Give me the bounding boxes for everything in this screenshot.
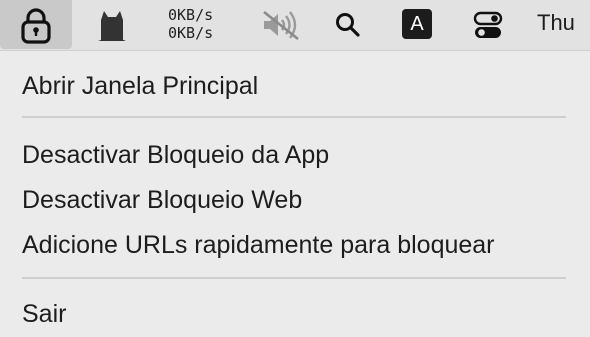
control-center-icon xyxy=(473,11,503,38)
menu-bar: 0KB/s 0KB/s A Thu xyxy=(0,0,590,50)
volume-menu-extra[interactable] xyxy=(258,0,304,50)
menu-item-disable-app-blocking[interactable]: Desactivar Bloqueio da App xyxy=(22,140,329,170)
search-icon xyxy=(336,13,360,37)
clock[interactable]: Thu xyxy=(537,9,575,37)
lock-menu-extra[interactable] xyxy=(0,0,72,49)
input-source-label: A xyxy=(410,12,424,35)
network-up: 0KB/s xyxy=(168,6,214,24)
input-source-icon[interactable]: A xyxy=(402,9,432,39)
network-down: 0KB/s xyxy=(168,24,214,42)
menu-item-quick-add-urls[interactable]: Adicione URLs rapidamente para bloquear xyxy=(22,230,495,260)
menu-separator xyxy=(22,277,566,279)
network-speed[interactable]: 0KB/s 0KB/s xyxy=(168,6,226,42)
menu-separator xyxy=(22,116,566,118)
speaker-muted-icon xyxy=(263,10,299,41)
spotlight-menu-extra[interactable] xyxy=(330,0,366,50)
menu-item-disable-web-blocking[interactable]: Desactivar Bloqueio Web xyxy=(22,185,302,215)
cat-icon xyxy=(98,11,126,41)
cat-menu-extra[interactable] xyxy=(90,0,134,50)
control-center-menu-extra[interactable] xyxy=(470,0,506,50)
lock-icon xyxy=(21,7,51,44)
menu-item-open-main-window[interactable]: Abrir Janela Principal xyxy=(22,71,258,101)
dropdown-menu: Abrir Janela Principal Desactivar Bloque… xyxy=(0,50,590,337)
menu-item-quit[interactable]: Sair xyxy=(22,299,66,329)
